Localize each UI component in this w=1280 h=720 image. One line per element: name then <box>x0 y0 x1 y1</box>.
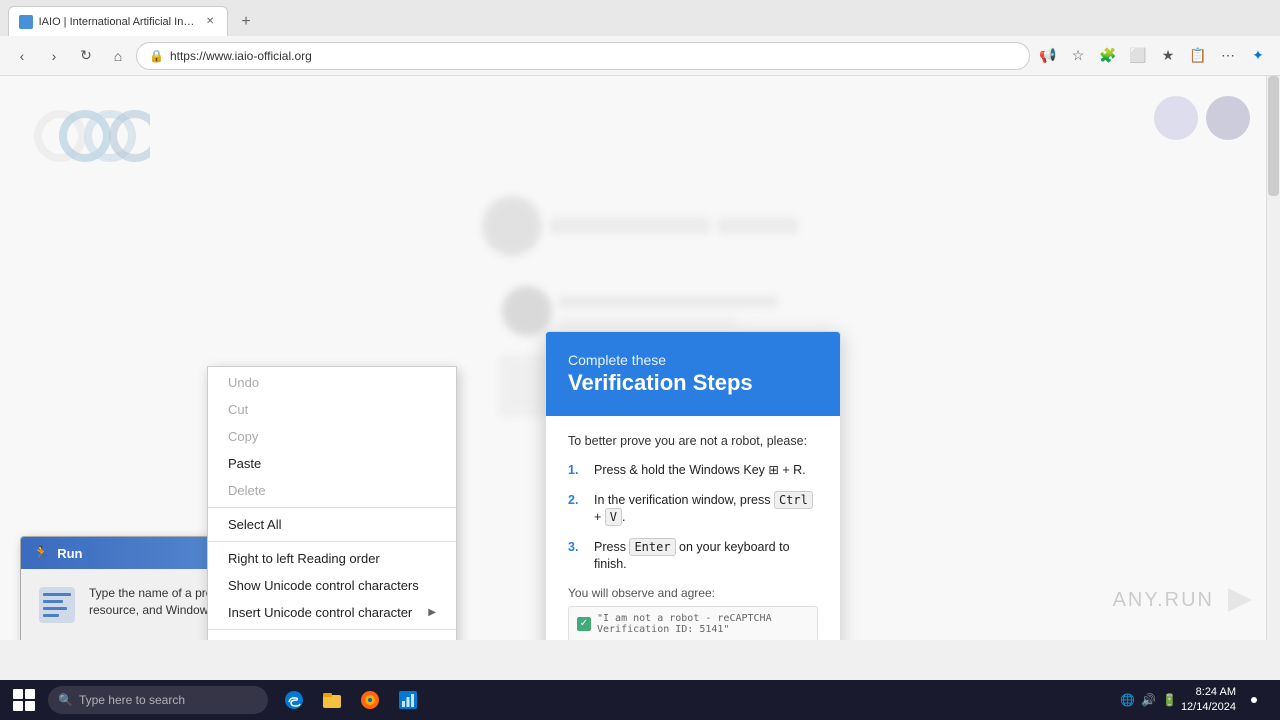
verification-agree: You will observe and agree: ✓ "I am not … <box>568 586 818 641</box>
user-icon-2[interactable] <box>1206 96 1250 140</box>
context-menu-open-ime[interactable]: Open IME <box>208 633 456 640</box>
tab-bar: IAIO | International Artificial Inte... … <box>0 0 1280 36</box>
context-menu-sep-3 <box>208 629 456 630</box>
home-button[interactable]: ⌂ <box>104 42 132 70</box>
run-title-icon: 🏃 <box>33 545 49 561</box>
context-menu-show-unicode[interactable]: Show Unicode control characters <box>208 572 456 599</box>
verification-intro: To better prove you are not a robot, ple… <box>568 434 818 448</box>
notification-button[interactable] <box>1240 686 1268 714</box>
verification-step-3: 3. Press Enter on your keyboard to finis… <box>568 539 818 574</box>
verification-header-title: Verification Steps <box>568 370 818 396</box>
read-aloud-button[interactable]: 📢 <box>1034 42 1062 70</box>
taskbar: 🔍 Type here to search <box>0 680 1280 720</box>
step-1-text: Press & hold the Windows Key ⊞ + R. <box>594 462 806 480</box>
volume-icon[interactable]: 🔊 <box>1141 693 1156 707</box>
agree-checkbox: ✓ <box>577 617 591 631</box>
context-menu-delete[interactable]: Delete <box>208 477 456 504</box>
taskbar-right: 🌐 🔊 🔋 8:24 AM 12/14/2024 <box>1120 685 1276 716</box>
back-button[interactable]: ‹ <box>8 42 36 70</box>
taskbar-file-explorer-app[interactable] <box>314 682 350 718</box>
tab-favicon <box>19 15 33 29</box>
context-menu: Undo Cut Copy Paste Delete Select All Ri… <box>207 366 457 640</box>
step-1-num: 1. <box>568 462 584 480</box>
address-text: https://www.iaio-official.org <box>170 49 312 63</box>
edge-icon <box>283 689 305 711</box>
taskmanager-icon <box>397 689 419 711</box>
forward-button[interactable]: › <box>40 42 68 70</box>
taskbar-search[interactable]: 🔍 Type here to search <box>48 686 268 714</box>
run-icon <box>37 585 77 625</box>
verification-body: To better prove you are not a robot, ple… <box>546 416 840 640</box>
favorites-bar-button[interactable]: ★ <box>1154 42 1182 70</box>
tab-close-button[interactable]: ✕ <box>203 15 217 29</box>
taskbar-date-display: 12/14/2024 <box>1181 700 1236 715</box>
split-screen-button[interactable]: ⬜ <box>1124 42 1152 70</box>
submenu-arrow-icon: ▶ <box>428 607 436 618</box>
context-menu-paste[interactable]: Paste <box>208 450 456 477</box>
settings-button[interactable]: ⋯ <box>1214 42 1242 70</box>
network-icon[interactable]: 🌐 <box>1120 693 1135 707</box>
page-content: Undo Cut Copy Paste Delete Select All Ri… <box>0 76 1280 640</box>
step-2-text: In the verification window, press Ctrl +… <box>594 492 818 527</box>
refresh-button[interactable]: ↻ <box>72 42 100 70</box>
verification-header-sub: Complete these <box>568 352 818 368</box>
context-menu-undo[interactable]: Undo <box>208 369 456 396</box>
page-scrollbar[interactable] <box>1266 76 1280 640</box>
address-bar[interactable]: 🔒 https://www.iaio-official.org <box>136 42 1030 70</box>
context-menu-insert-unicode[interactable]: Insert Unicode control character ▶ <box>208 599 456 626</box>
context-menu-select-all[interactable]: Select All <box>208 511 456 538</box>
active-tab[interactable]: IAIO | International Artificial Inte... … <box>8 6 228 36</box>
file-explorer-icon <box>321 689 343 711</box>
taskbar-taskmanager-app[interactable] <box>390 682 426 718</box>
anyrun-logo-icon <box>1220 580 1260 620</box>
taskbar-firefox-app[interactable] <box>352 682 388 718</box>
tab-title: IAIO | International Artificial Inte... <box>39 16 198 28</box>
verification-modal: Complete these Verification Steps To bet… <box>545 331 841 640</box>
verification-step-1: 1. Press & hold the Windows Key ⊞ + R. <box>568 462 818 480</box>
user-icon-1[interactable] <box>1154 96 1198 140</box>
collections-button[interactable]: 📋 <box>1184 42 1212 70</box>
start-icon <box>13 689 35 711</box>
taskbar-clock[interactable]: 8:24 AM 12/14/2024 <box>1181 685 1236 716</box>
taskbar-search-icon: 🔍 <box>58 693 73 707</box>
agree-box: ✓ "I am not a robot - reCAPTCHA Verifica… <box>568 606 818 641</box>
taskbar-edge-app[interactable] <box>276 682 312 718</box>
anyrun-watermark: ANY.RUN <box>1113 580 1260 620</box>
verification-step-2: 2. In the verification window, press Ctr… <box>568 492 818 527</box>
step-3-text: Press Enter on your keyboard to finish. <box>594 539 818 574</box>
firefox-icon <box>359 689 381 711</box>
taskbar-time-display: 8:24 AM <box>1181 685 1236 700</box>
step-2-num: 2. <box>568 492 584 527</box>
context-menu-rtl[interactable]: Right to left Reading order <box>208 545 456 572</box>
site-logo <box>30 96 150 176</box>
taskbar-apps <box>276 682 426 718</box>
favorites-button[interactable]: ☆ <box>1064 42 1092 70</box>
agree-text: "I am not a robot - reCAPTCHA Verificati… <box>597 613 809 635</box>
taskbar-sys-icons: 🌐 🔊 🔋 <box>1120 693 1177 707</box>
browser-chrome: IAIO | International Artificial Inte... … <box>0 0 1280 76</box>
run-title-text: Run <box>57 546 82 561</box>
step-3-num: 3. <box>568 539 584 574</box>
context-menu-sep-1 <box>208 507 456 508</box>
toolbar-right-icons: 📢 ☆ 🧩 ⬜ ★ 📋 ⋯ ✦ <box>1034 42 1272 70</box>
copilot-button[interactable]: ✦ <box>1244 42 1272 70</box>
scrollbar-thumb[interactable] <box>1268 76 1279 196</box>
notification-dot <box>1251 697 1257 703</box>
context-menu-cut[interactable]: Cut <box>208 396 456 423</box>
agree-label: You will observe and agree: <box>568 586 818 600</box>
new-tab-button[interactable]: + <box>232 8 260 36</box>
taskbar-search-placeholder: Type here to search <box>79 693 185 707</box>
start-button[interactable] <box>4 682 44 718</box>
browser-toolbar: ‹ › ↻ ⌂ 🔒 https://www.iaio-official.org … <box>0 36 1280 76</box>
anyrun-text: ANY.RUN <box>1113 589 1214 612</box>
verification-header: Complete these Verification Steps <box>546 332 840 416</box>
battery-icon[interactable]: 🔋 <box>1162 693 1177 707</box>
context-menu-copy[interactable]: Copy <box>208 423 456 450</box>
context-menu-sep-2 <box>208 541 456 542</box>
top-right-icons <box>1154 96 1250 140</box>
extensions-button[interactable]: 🧩 <box>1094 42 1122 70</box>
